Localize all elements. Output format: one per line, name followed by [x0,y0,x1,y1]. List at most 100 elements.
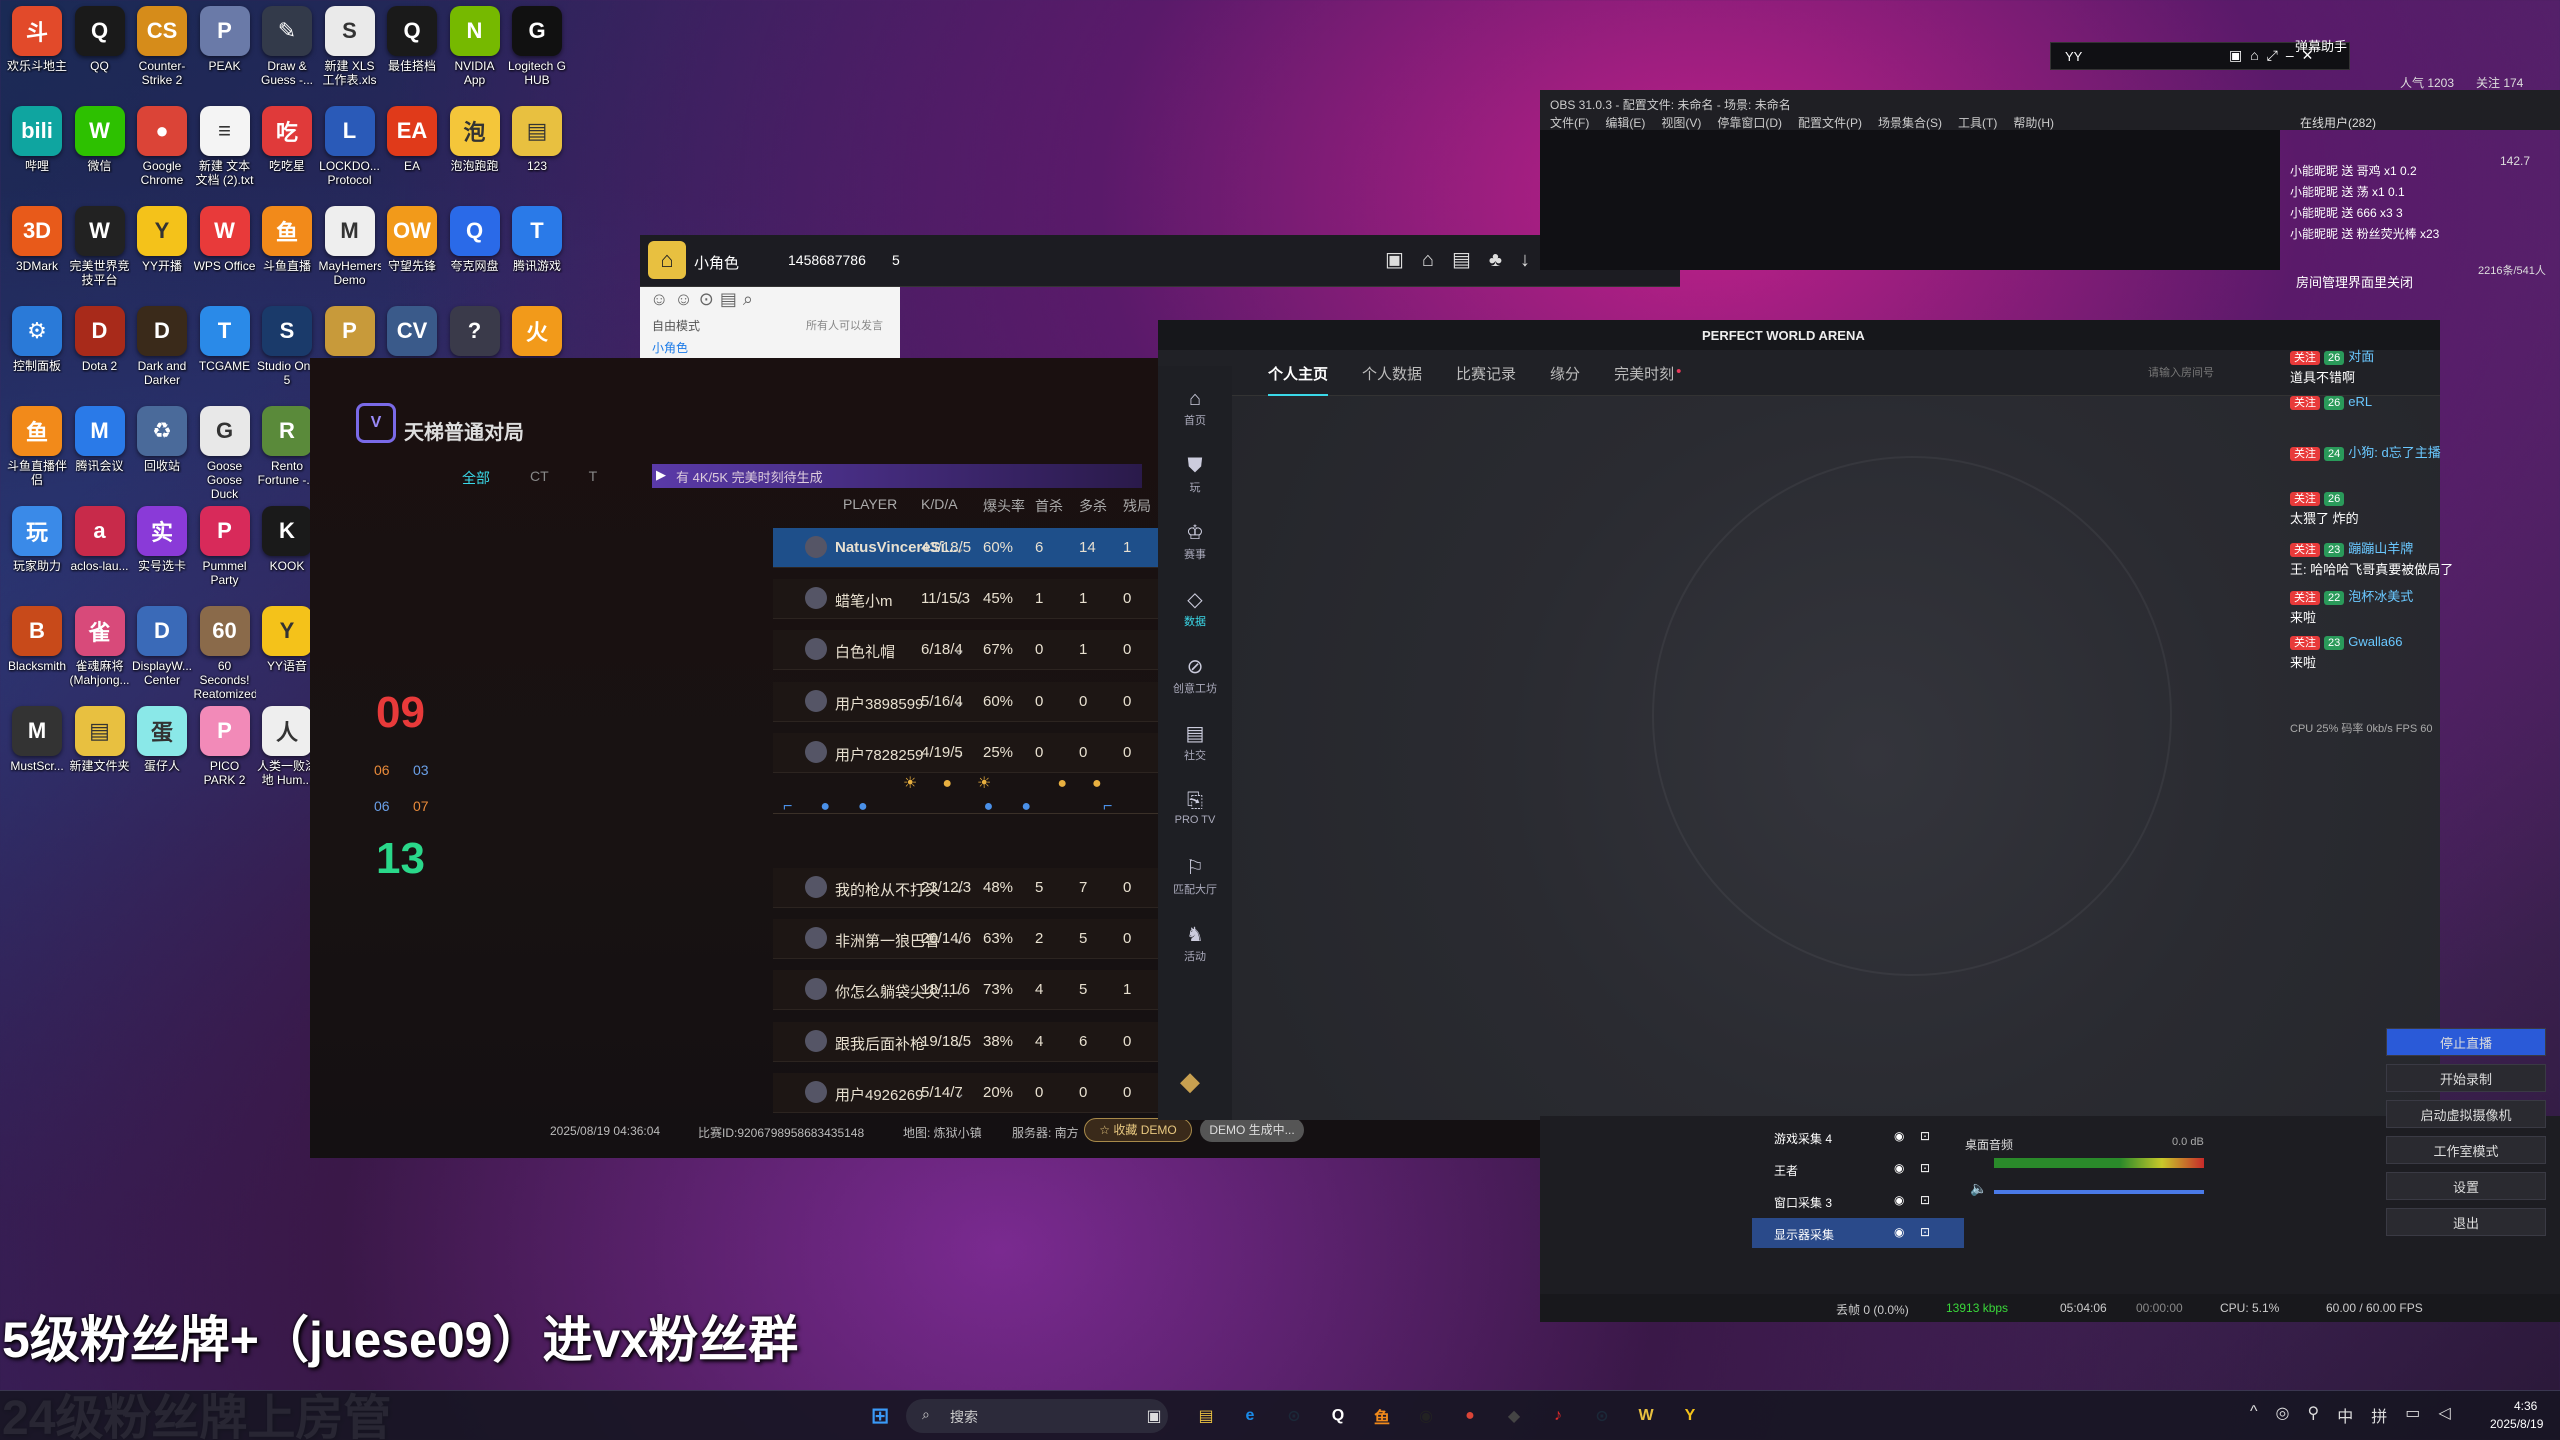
lock-icon[interactable]: ⊡ [1920,1193,1930,1207]
desktop-icon[interactable]: 吃吃吃星 [256,106,318,204]
pwa-nav-item[interactable]: ◇ 数据 [1158,587,1232,629]
obs-menu-item[interactable]: 编辑(E) [1605,114,1645,131]
eye-icon[interactable]: ◉ [1894,1193,1904,1207]
desktop-icon[interactable]: K KOOK [256,506,318,604]
mic-icon[interactable]: ⚲ [2307,1403,2319,1427]
desktop-icon[interactable]: M 腾讯会议 [69,406,131,504]
filter-t[interactable]: T [589,468,598,488]
obs-icon[interactable]: ◉ [1408,1398,1444,1434]
desktop-icon[interactable]: 玩玩家助力 [6,506,68,604]
obs-menu-item[interactable]: 帮助(H) [2013,114,2054,131]
pw-icon[interactable]: W [1628,1398,1664,1434]
follow-badge[interactable]: 关注 [2290,396,2320,410]
desktop-icon[interactable]: Q QQ [69,6,131,104]
eye-icon[interactable]: ◉ [1894,1161,1904,1175]
chat-user[interactable]: 对面 [2348,349,2374,364]
follow-badge[interactable]: 关注 [2290,636,2320,650]
desktop-icon[interactable]: 雀雀魂麻将(Mahjong... [69,606,131,704]
obs-menu-item[interactable]: 停靠窗口(D) [1717,114,1782,131]
obs-control-button[interactable]: 设置 [2386,1172,2546,1200]
pwa-tab[interactable]: 完美时刻 [1614,363,1674,396]
obs-control-button[interactable]: 开始录制 [2386,1064,2546,1092]
ime-mode[interactable]: 拼 [2371,1403,2387,1427]
desktop-icon[interactable]: 斗欢乐斗地主 [6,6,68,104]
qq-mode[interactable]: 自由模式 [652,317,700,334]
desktop-icon[interactable]: P Pummel Party [194,506,256,604]
lock-icon[interactable]: ⊡ [1920,1225,1930,1239]
desktop-icon[interactable]: M MustScr... [6,706,68,804]
obs-menu-item[interactable]: 配置文件(P) [1798,114,1862,131]
lock-icon[interactable]: ⊡ [1920,1161,1930,1175]
qq-icon[interactable]: Q [1320,1398,1356,1434]
fav-demo-button[interactable]: ☆ 收藏 DEMO [1084,1118,1192,1142]
desktop-icon[interactable]: W WPS Office [194,206,256,304]
demo-status-button[interactable]: DEMO 生成中... [1200,1118,1304,1142]
pwa-nav-item[interactable]: ⊘ 创意工坊 [1158,654,1232,696]
desktop-icon[interactable]: 实实号选卡 [131,506,193,604]
pwa-tab[interactable]: 缘分 [1550,363,1580,396]
pwa-tab[interactable]: 个人主页 [1268,363,1329,396]
follow-badge[interactable]: 关注 [2290,591,2320,605]
volume-icon[interactable]: ◁ [2438,1403,2450,1427]
eye-icon[interactable]: ◉ [1894,1129,1904,1143]
obs-control-button[interactable]: 停止直播 [2386,1028,2546,1056]
desktop-icon[interactable]: P PICO PARK 2 [194,706,256,804]
desktop-icon[interactable]: 鱼斗鱼直播 [256,206,318,304]
desktop-icon[interactable]: T 腾讯游戏 [506,206,568,304]
pwa-nav-item[interactable]: ⚐ 匹配大厅 [1158,855,1232,897]
steam-icon[interactable]: ⊙ [1276,1398,1312,1434]
lock-icon[interactable]: ⊡ [1920,1129,1930,1143]
filter-all[interactable]: 全部 [462,468,490,488]
chat-user[interactable]: eRL [2348,394,2372,409]
obs-menu-item[interactable]: 文件(F) [1550,114,1589,131]
desktop-icon[interactable]: L LOCKDO... Protocol [319,106,381,204]
desktop-icon[interactable]: R Rento Fortune -... [256,406,318,504]
pwa-nav-item[interactable]: ▤ 社交 [1158,721,1232,763]
desktop-icon[interactable]: D Dota 2 [69,306,131,404]
moments-banner[interactable]: ▶ 有 4K/5K 完美时刻待生成 [652,464,1142,488]
clock-time[interactable]: 4:36 [2514,1399,2537,1413]
ime-lang[interactable]: 中 [2337,1403,2353,1427]
speaker-icon[interactable]: 🔈 [1970,1180,1987,1197]
desktop-icon[interactable]: S 新建 XLS 工作表.xls [319,6,381,104]
desktop-icon[interactable]: CS Counter-Strike 2 [131,6,193,104]
chat-user[interactable]: 泡杯冰美式 [2348,589,2413,604]
pwa-tab[interactable]: 个人数据 [1362,363,1422,396]
desktop-icon[interactable]: 泡泡泡跑跑 [444,106,506,204]
desktop-icon[interactable]: a aclos-lau... [69,506,131,604]
desktop-icon[interactable]: ● Google Chrome [131,106,193,204]
task-view-icon[interactable]: ▣ [1136,1398,1172,1434]
obs-control-button[interactable]: 工作室模式 [2386,1136,2546,1164]
obs-menu-item[interactable]: 工具(T) [1958,114,1997,131]
desktop-icon[interactable]: ⚙ 控制面板 [6,306,68,404]
wechat-tray-icon[interactable]: ◎ [2276,1403,2290,1427]
desktop-icon[interactable]: ♻ 回收站 [131,406,193,504]
obs-menu-item[interactable]: 场景集合(S) [1878,114,1942,131]
desktop-icon[interactable]: G Goose Goose Duck [194,406,256,504]
obs-source-item[interactable]: 窗口采集 3 ◉ ⊡ [1752,1186,1964,1216]
edge-icon[interactable]: e [1232,1398,1268,1434]
room-search-input[interactable]: 请输入房间号 [2148,362,2268,384]
desktop-icon[interactable]: S Studio One 5 [256,306,318,404]
chat-user[interactable]: Gwalla66 [2348,634,2402,649]
clock-date[interactable]: 2025/8/19 [2490,1417,2543,1431]
follow-badge[interactable]: 关注 [2290,492,2320,506]
chat-user[interactable]: 小狗: d忘了主播 [2348,445,2440,460]
desktop-icon[interactable]: D DisplayW... Center [131,606,193,704]
pwa-nav-item[interactable]: ⎘ PRO TV [1158,788,1232,826]
desktop-icon[interactable]: ▤ 新建文件夹 [69,706,131,804]
desktop-icon[interactable]: Q 夸克网盘 [444,206,506,304]
desktop-icon[interactable]: ▤ 123 [506,106,568,204]
filter-ct[interactable]: CT [530,468,549,488]
chat-user[interactable]: 蹦蹦山羊牌 [2348,541,2413,556]
desktop-icon[interactable]: B Blacksmith [6,606,68,704]
desktop-icon[interactable]: T TCGAME [194,306,256,404]
desktop-icon[interactable]: 鱼斗鱼直播伴侣 [6,406,68,504]
desktop-icon[interactable]: EA EA [381,106,443,204]
netease-icon[interactable]: ♪ [1540,1398,1576,1434]
network-icon[interactable]: ▭ [2405,1403,2420,1427]
desktop-icon[interactable]: ✎ Draw & Guess -... [256,6,318,104]
eye-icon[interactable]: ◉ [1894,1225,1904,1239]
chrome-icon[interactable]: ● [1452,1398,1488,1434]
file-explorer-icon[interactable]: ▤ [1188,1398,1224,1434]
